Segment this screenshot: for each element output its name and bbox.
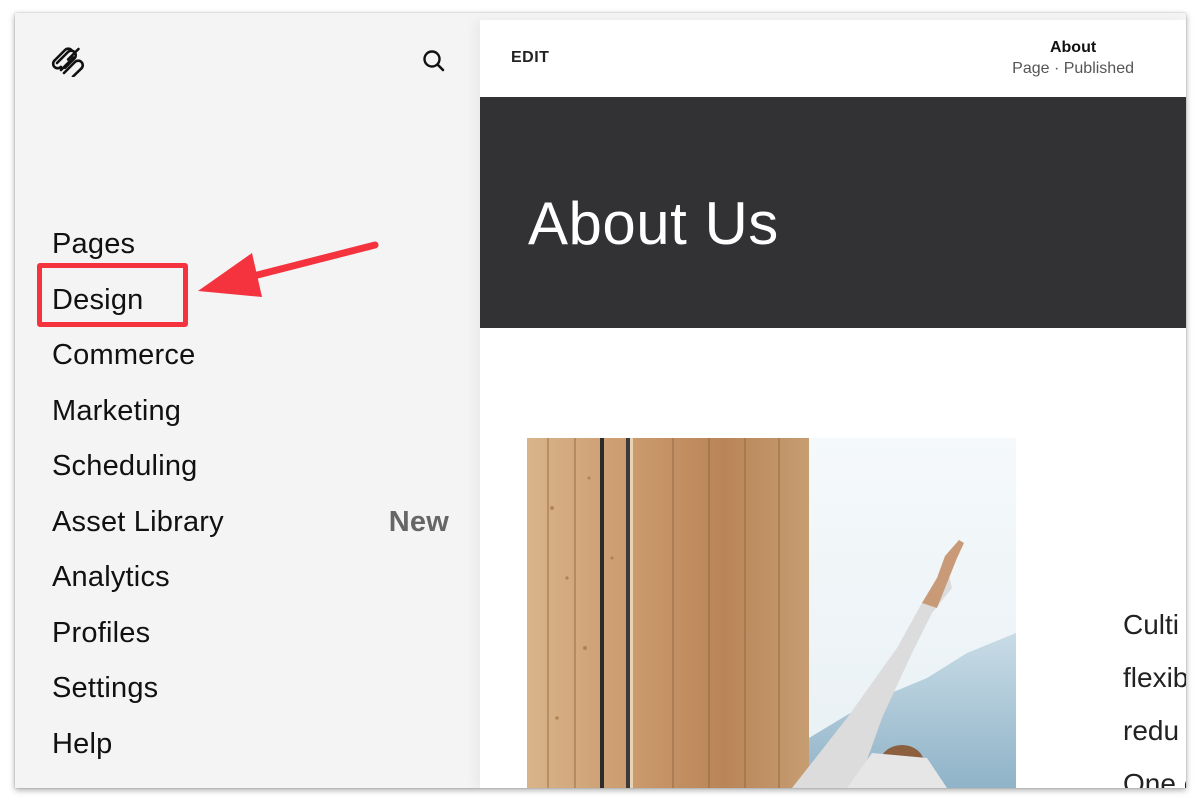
sidebar-item-label: Marketing — [52, 394, 182, 427]
sidebar-item-label: Scheduling — [52, 450, 198, 483]
app-window: Pages Design Commerce Marketing Scheduli… — [15, 13, 1186, 788]
edit-button[interactable]: EDIT — [511, 49, 549, 67]
sidebar-item-label: Commerce — [52, 339, 196, 372]
sidebar-item-label: Settings — [52, 672, 159, 705]
sidebar-item-label: Help — [52, 727, 113, 760]
page-banner[interactable]: About Us — [480, 97, 1186, 328]
sidebar-item-label: Profiles — [52, 616, 151, 649]
page-info: About Page · Published — [1012, 39, 1134, 78]
page-name: About — [1049, 39, 1097, 56]
sidebar-item-label: Pages — [52, 228, 136, 261]
sidebar: Pages Design Commerce Marketing Scheduli… — [15, 13, 480, 788]
body-text-line: redu — [1123, 715, 1180, 746]
preview-header: EDIT About Page · Published — [480, 20, 1186, 97]
body-text-line: Culti — [1123, 609, 1180, 640]
sidebar-item-settings[interactable]: Settings — [52, 661, 447, 717]
annotation-arrow-icon — [198, 241, 379, 297]
body-text-line: flexib — [1123, 662, 1186, 693]
sidebar-item-asset-library[interactable]: Asset Library New — [52, 495, 449, 551]
search-icon[interactable] — [421, 48, 447, 74]
body-text-line: One c — [1123, 768, 1186, 788]
sidebar-item-scheduling[interactable]: Scheduling — [52, 439, 447, 495]
sidebar-item-commerce[interactable]: Commerce — [52, 328, 447, 384]
sidebar-item-analytics[interactable]: Analytics — [52, 550, 447, 606]
banner-title: About Us — [528, 190, 779, 257]
sidebar-item-label: Asset Library — [52, 505, 224, 538]
squarespace-logo-icon[interactable] — [51, 43, 91, 77]
sidebar-item-help[interactable]: Help — [52, 717, 447, 773]
yoga-photo-image[interactable] — [527, 438, 1016, 788]
sidebar-item-marketing[interactable]: Marketing — [52, 384, 447, 440]
annotation-highlight-box — [37, 263, 188, 327]
body-text: Culti flexib redu One c — [1123, 598, 1186, 788]
sidebar-item-label: Analytics — [52, 561, 170, 594]
page-preview: EDIT About Page · Published About Us Cul… — [480, 20, 1186, 788]
new-badge: New — [388, 505, 449, 538]
page-status: Page · Published — [1012, 60, 1134, 77]
sidebar-item-profiles[interactable]: Profiles — [52, 606, 447, 662]
